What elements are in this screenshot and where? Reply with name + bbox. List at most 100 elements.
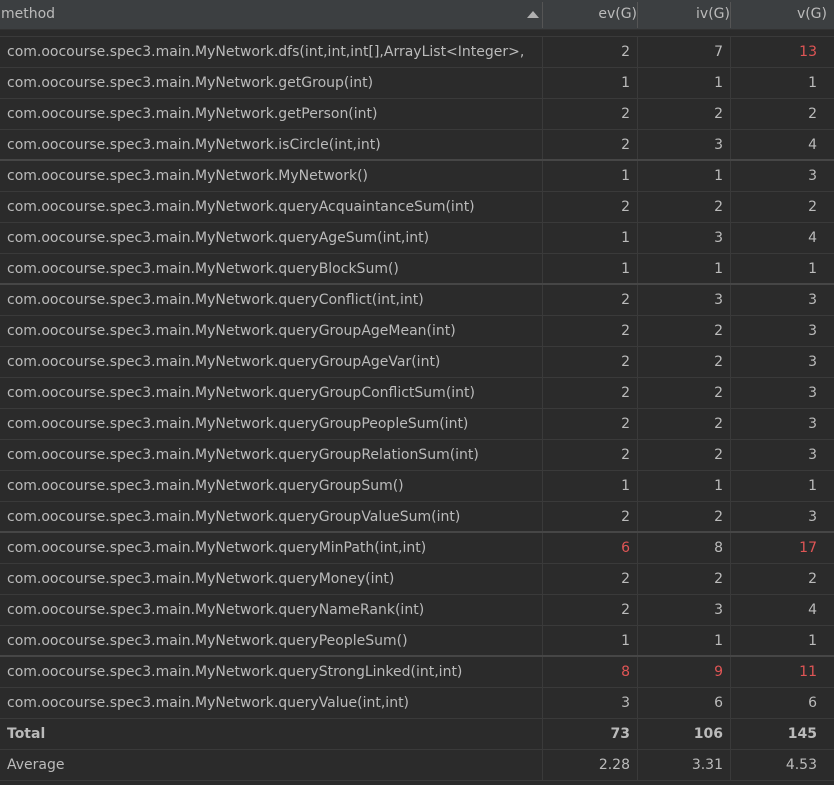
cell-iv: 8 (714, 540, 723, 556)
cell-v: 1 (808, 478, 817, 494)
table-row[interactable]: com.oocourse.spec3.main.MyNetwork.queryA… (0, 223, 834, 254)
cell-method: com.oocourse.spec3.main.MyNetwork.queryG… (7, 416, 469, 432)
table-body: com.oocourse.spec3.main.MyNetwork.dfs(in… (0, 37, 834, 781)
cell-method: com.oocourse.spec3.main.MyNetwork.queryS… (7, 664, 463, 680)
cell-v: 11 (799, 664, 817, 680)
cell-v: 4 (808, 137, 817, 153)
cell-v: 1 (808, 633, 817, 649)
cell-method: com.oocourse.spec3.main.MyNetwork.queryP… (7, 633, 408, 649)
partially-scrolled-row (0, 30, 834, 37)
table-row[interactable]: com.oocourse.spec3.main.MyNetwork.queryC… (0, 285, 834, 316)
table-row[interactable]: com.oocourse.spec3.main.MyNetwork.queryP… (0, 626, 834, 657)
column-header-ev[interactable]: ev(G) (543, 0, 637, 29)
column-header-method[interactable]: method (0, 0, 542, 29)
cell-method: com.oocourse.spec3.main.MyNetwork.getGro… (7, 75, 374, 91)
table-row[interactable]: com.oocourse.spec3.main.MyNetwork.queryG… (0, 347, 834, 378)
cell-iv: 2 (714, 354, 723, 370)
cell-iv: 2 (714, 416, 723, 432)
cell-method: com.oocourse.spec3.main.MyNetwork.queryN… (7, 602, 425, 618)
cell-v: 17 (799, 540, 817, 556)
table-row[interactable]: com.oocourse.spec3.main.MyNetwork.getGro… (0, 68, 834, 99)
table-row[interactable]: com.oocourse.spec3.main.MyNetwork.queryG… (0, 440, 834, 471)
cell-iv: 2 (714, 385, 723, 401)
cell-method: com.oocourse.spec3.main.MyNetwork.getPer… (7, 106, 378, 122)
cell-ev: 1 (621, 168, 630, 184)
cell-iv: 3 (714, 292, 723, 308)
table-row[interactable]: com.oocourse.spec3.main.MyNetwork.queryG… (0, 378, 834, 409)
total-row[interactable]: Total 73 106 145 (0, 719, 834, 750)
cell-ev: 2.28 (598, 757, 630, 773)
cell-method: com.oocourse.spec3.main.MyNetwork.queryG… (7, 385, 475, 401)
average-row[interactable]: Average 2.28 3.31 4.53 (0, 750, 834, 781)
cell-ev: 3 (621, 695, 630, 711)
column-header-v[interactable]: v(G) (731, 0, 827, 29)
cell-method: com.oocourse.spec3.main.MyNetwork.queryC… (7, 292, 424, 308)
cell-v: 3 (808, 416, 817, 432)
cell-method: com.oocourse.spec3.main.MyNetwork.isCirc… (7, 137, 381, 153)
table-row[interactable]: com.oocourse.spec3.main.MyNetwork.queryB… (0, 254, 834, 285)
cell-ev: 2 (621, 602, 630, 618)
cell-v: 2 (808, 199, 817, 215)
cell-ev: 2 (621, 199, 630, 215)
cell-iv: 3 (714, 137, 723, 153)
table-row[interactable]: com.oocourse.spec3.main.MyNetwork.queryG… (0, 409, 834, 440)
table-row[interactable]: com.oocourse.spec3.main.MyNetwork.dfs(in… (0, 37, 834, 68)
cell-v: 13 (799, 44, 817, 60)
cell-iv: 2 (714, 571, 723, 587)
cell-iv: 1 (714, 478, 723, 494)
cell-iv: 6 (714, 695, 723, 711)
table-row[interactable]: com.oocourse.spec3.main.MyNetwork.queryS… (0, 657, 834, 688)
cell-v: 3 (808, 447, 817, 463)
cell-method: com.oocourse.spec3.main.MyNetwork.queryG… (7, 478, 404, 494)
cell-method: com.oocourse.spec3.main.MyNetwork.queryA… (7, 230, 430, 246)
table-row[interactable]: com.oocourse.spec3.main.MyNetwork.isCirc… (0, 130, 834, 161)
cell-iv: 2 (714, 509, 723, 525)
table-row[interactable]: com.oocourse.spec3.main.MyNetwork.queryG… (0, 316, 834, 347)
cell-ev: 73 (610, 726, 630, 742)
cell-v: 3 (808, 354, 817, 370)
cell-method: Average (7, 757, 65, 773)
cell-ev: 2 (621, 416, 630, 432)
cell-method: Total (7, 726, 46, 742)
cell-ev: 2 (621, 385, 630, 401)
table-row[interactable]: com.oocourse.spec3.main.MyNetwork.getPer… (0, 99, 834, 130)
cell-ev: 1 (621, 478, 630, 494)
table-row[interactable]: com.oocourse.spec3.main.MyNetwork.MyNetw… (0, 161, 834, 192)
cell-method: com.oocourse.spec3.main.MyNetwork.queryA… (7, 199, 475, 215)
table-row[interactable]: com.oocourse.spec3.main.MyNetwork.queryG… (0, 471, 834, 502)
cell-ev: 2 (621, 44, 630, 60)
cell-ev: 2 (621, 106, 630, 122)
cell-v: 4 (808, 602, 817, 618)
table-row[interactable]: com.oocourse.spec3.main.MyNetwork.queryV… (0, 688, 834, 719)
cell-method: com.oocourse.spec3.main.MyNetwork.queryG… (7, 323, 456, 339)
table-row[interactable]: com.oocourse.spec3.main.MyNetwork.queryN… (0, 595, 834, 626)
cell-v: 4 (808, 230, 817, 246)
cell-iv: 3.31 (691, 757, 723, 773)
cell-iv: 1 (714, 633, 723, 649)
cell-v: 4.53 (785, 757, 817, 773)
cell-v: 3 (808, 323, 817, 339)
cell-ev: 1 (621, 75, 630, 91)
table-row[interactable]: com.oocourse.spec3.main.MyNetwork.queryA… (0, 192, 834, 223)
cell-v: 3 (808, 509, 817, 525)
cell-iv: 2 (714, 447, 723, 463)
cell-v: 2 (808, 106, 817, 122)
column-header-iv[interactable]: iv(G) (638, 0, 730, 29)
cell-ev: 1 (621, 633, 630, 649)
cell-ev: 2 (621, 354, 630, 370)
cell-iv: 7 (714, 44, 723, 60)
cell-method: com.oocourse.spec3.main.MyNetwork.dfs(in… (7, 44, 525, 60)
table-row[interactable]: com.oocourse.spec3.main.MyNetwork.queryM… (0, 533, 834, 564)
cell-iv: 3 (714, 230, 723, 246)
cell-method: com.oocourse.spec3.main.MyNetwork.queryM… (7, 540, 427, 556)
cell-v: 3 (808, 168, 817, 184)
cell-v: 3 (808, 385, 817, 401)
cell-iv: 1 (714, 75, 723, 91)
cell-iv: 9 (714, 664, 723, 680)
cell-iv: 106 (693, 726, 723, 742)
cell-iv: 2 (714, 323, 723, 339)
table-row[interactable]: com.oocourse.spec3.main.MyNetwork.queryG… (0, 502, 834, 533)
sort-ascending-icon[interactable] (527, 11, 539, 18)
cell-ev: 1 (621, 261, 630, 277)
table-row[interactable]: com.oocourse.spec3.main.MyNetwork.queryM… (0, 564, 834, 595)
